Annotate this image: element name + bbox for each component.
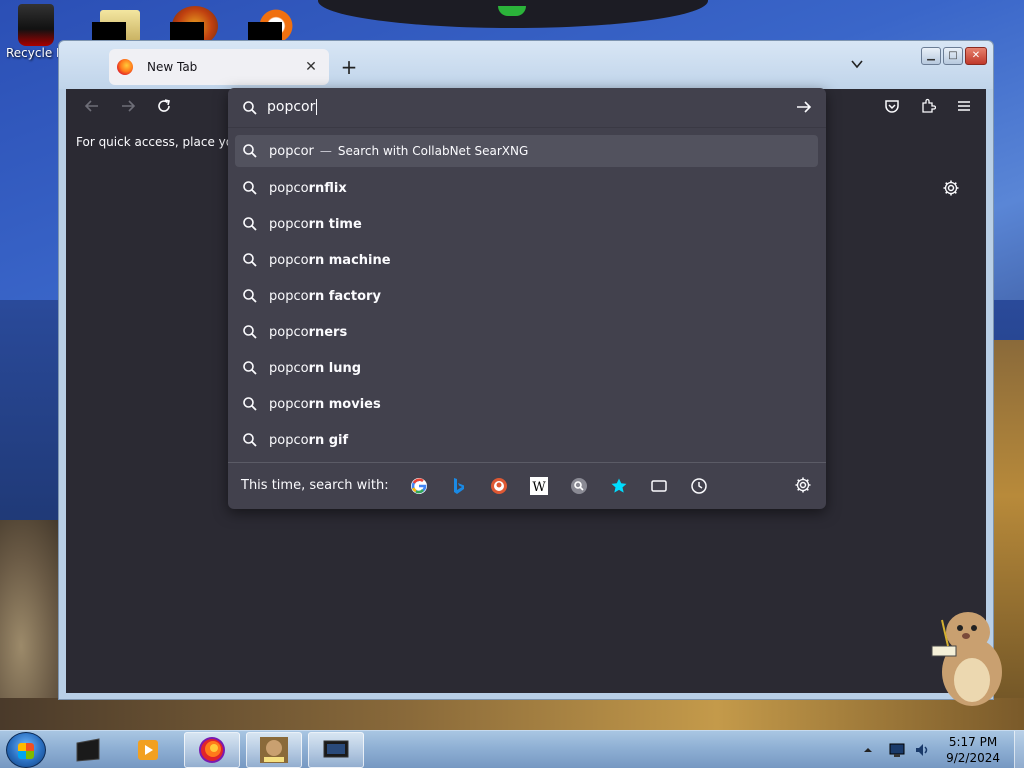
suggestion-item[interactable]: popco rn factory bbox=[235, 280, 818, 312]
search-settings-gear-icon[interactable] bbox=[794, 476, 814, 496]
tab-strip: New Tab ✕ + ▁ □ ✕ bbox=[59, 41, 993, 89]
one-off-search-bar: This time, search with: W bbox=[228, 462, 826, 508]
system-tray: 5:17 PM 9/2/2024 bbox=[862, 731, 1024, 768]
suggestion-item[interactable]: popco rnflix bbox=[235, 172, 818, 204]
suggestion-action: Search with CollabNet SearXNG bbox=[337, 144, 529, 158]
suggestion-item[interactable]: popco rn time bbox=[235, 208, 818, 240]
suggestion-item[interactable]: popco rn lung bbox=[235, 352, 818, 384]
search-icon bbox=[243, 181, 257, 195]
top-dock bbox=[318, 0, 708, 28]
maximize-button[interactable]: □ bbox=[943, 47, 963, 65]
desktop-icon-label-mask bbox=[170, 22, 204, 40]
suggestion-typed: popco bbox=[269, 252, 309, 268]
chevron-down-icon[interactable] bbox=[845, 55, 869, 79]
searxng-icon[interactable] bbox=[569, 476, 589, 496]
tab-new-tab[interactable]: New Tab ✕ bbox=[109, 49, 329, 85]
suggestion-typed: popcor bbox=[269, 143, 314, 159]
clock-time: 5:17 PM bbox=[948, 735, 998, 749]
taskbar-app-hamster[interactable] bbox=[246, 732, 302, 768]
search-icon bbox=[243, 433, 257, 447]
taskbar-app-screen[interactable] bbox=[308, 732, 364, 768]
suggestion-typed: popco bbox=[269, 396, 309, 412]
wikipedia-icon[interactable]: W bbox=[529, 476, 549, 496]
recycle-bin-icon[interactable]: Recycle Bin bbox=[6, 4, 76, 60]
taskbar: 5:17 PM 9/2/2024 bbox=[0, 730, 1024, 768]
bookmarks-star-icon[interactable] bbox=[609, 476, 629, 496]
suggestion-item[interactable]: popco rn movies bbox=[235, 388, 818, 420]
suggestion-typed: popco bbox=[269, 288, 309, 304]
suggestion-search-engine[interactable]: popcor — Search with CollabNet SearXNG bbox=[235, 135, 818, 167]
show-desktop-button[interactable] bbox=[1014, 731, 1024, 768]
newtab-settings-gear-icon[interactable] bbox=[942, 179, 964, 201]
desktop-icon-label-mask bbox=[92, 22, 126, 40]
search-icon bbox=[243, 397, 257, 411]
suggestion-typed: popco bbox=[269, 432, 309, 448]
tab-title: New Tab bbox=[147, 60, 198, 74]
taskbar-app-firefox[interactable] bbox=[184, 732, 240, 768]
reload-button[interactable] bbox=[152, 97, 176, 121]
clock[interactable]: 5:17 PM 9/2/2024 bbox=[946, 734, 1000, 766]
clock-date: 9/2/2024 bbox=[946, 751, 1000, 765]
start-button[interactable] bbox=[6, 732, 46, 768]
suggestion-completion: rn movies bbox=[308, 396, 381, 412]
suggestion-completion: rn lung bbox=[308, 360, 362, 376]
suggestion-completion: rn machine bbox=[308, 252, 391, 268]
suggestion-dash: — bbox=[319, 144, 332, 158]
minimize-button[interactable]: ▁ bbox=[921, 47, 941, 65]
forward-button[interactable] bbox=[116, 97, 140, 121]
search-with-label: This time, search with: bbox=[241, 478, 389, 493]
search-icon bbox=[243, 325, 257, 339]
show-hidden-icons-arrow-icon[interactable] bbox=[862, 742, 882, 758]
taskbar-app-terminal[interactable] bbox=[60, 732, 116, 768]
suggestion-item[interactable]: popco rners bbox=[235, 316, 818, 348]
bookmarks-toolbar-message: For quick access, place your bbox=[76, 135, 246, 149]
search-icon bbox=[243, 217, 257, 231]
suggestion-completion: rners bbox=[308, 324, 348, 340]
suggestion-completion: rn time bbox=[308, 216, 362, 232]
suggestion-item[interactable]: popco rn machine bbox=[235, 244, 818, 276]
taskbar-app-media-player[interactable] bbox=[120, 732, 176, 768]
search-icon bbox=[243, 101, 257, 115]
history-icon[interactable] bbox=[689, 476, 709, 496]
go-arrow-icon[interactable] bbox=[794, 98, 814, 118]
svg-text:W: W bbox=[532, 480, 546, 495]
search-icon bbox=[243, 144, 257, 158]
network-icon[interactable] bbox=[888, 742, 908, 758]
google-icon[interactable] bbox=[409, 476, 429, 496]
extensions-icon[interactable] bbox=[916, 97, 940, 121]
windows-logo-icon bbox=[18, 743, 34, 759]
search-icon bbox=[243, 253, 257, 267]
new-tab-button[interactable]: + bbox=[337, 55, 361, 79]
search-icon bbox=[243, 361, 257, 375]
suggestion-typed: popco bbox=[269, 216, 309, 232]
duckduckgo-icon[interactable] bbox=[489, 476, 509, 496]
suggestion-completion: rn gif bbox=[308, 432, 349, 448]
suggestion-completion: rn factory bbox=[308, 288, 381, 304]
menu-icon[interactable] bbox=[952, 97, 976, 121]
pocket-icon[interactable] bbox=[880, 97, 904, 121]
desktop-icon-label-mask bbox=[248, 22, 282, 40]
hamster-desktop-pet[interactable] bbox=[928, 600, 1008, 710]
back-button[interactable] bbox=[80, 97, 104, 121]
tabs-icon[interactable] bbox=[649, 476, 669, 496]
suggestion-typed: popco bbox=[269, 324, 309, 340]
firefox-icon bbox=[117, 59, 133, 75]
url-input[interactable]: popcor bbox=[267, 99, 318, 115]
close-tab-icon[interactable]: ✕ bbox=[301, 57, 321, 77]
suggestion-item[interactable]: popco rn gif bbox=[235, 424, 818, 456]
volume-icon[interactable] bbox=[914, 742, 934, 758]
bing-icon[interactable] bbox=[449, 476, 469, 496]
recycle-bin-label: Recycle Bin bbox=[6, 46, 76, 60]
suggestion-typed: popco bbox=[269, 180, 309, 196]
url-input-row[interactable]: popcor bbox=[228, 88, 826, 128]
suggestion-completion: rnflix bbox=[308, 180, 347, 196]
close-window-button[interactable]: ✕ bbox=[965, 47, 987, 65]
url-dropdown-panel: popcor popcor — Search with CollabNet Se… bbox=[228, 88, 826, 509]
search-icon bbox=[243, 289, 257, 303]
suggestion-typed: popco bbox=[269, 360, 309, 376]
